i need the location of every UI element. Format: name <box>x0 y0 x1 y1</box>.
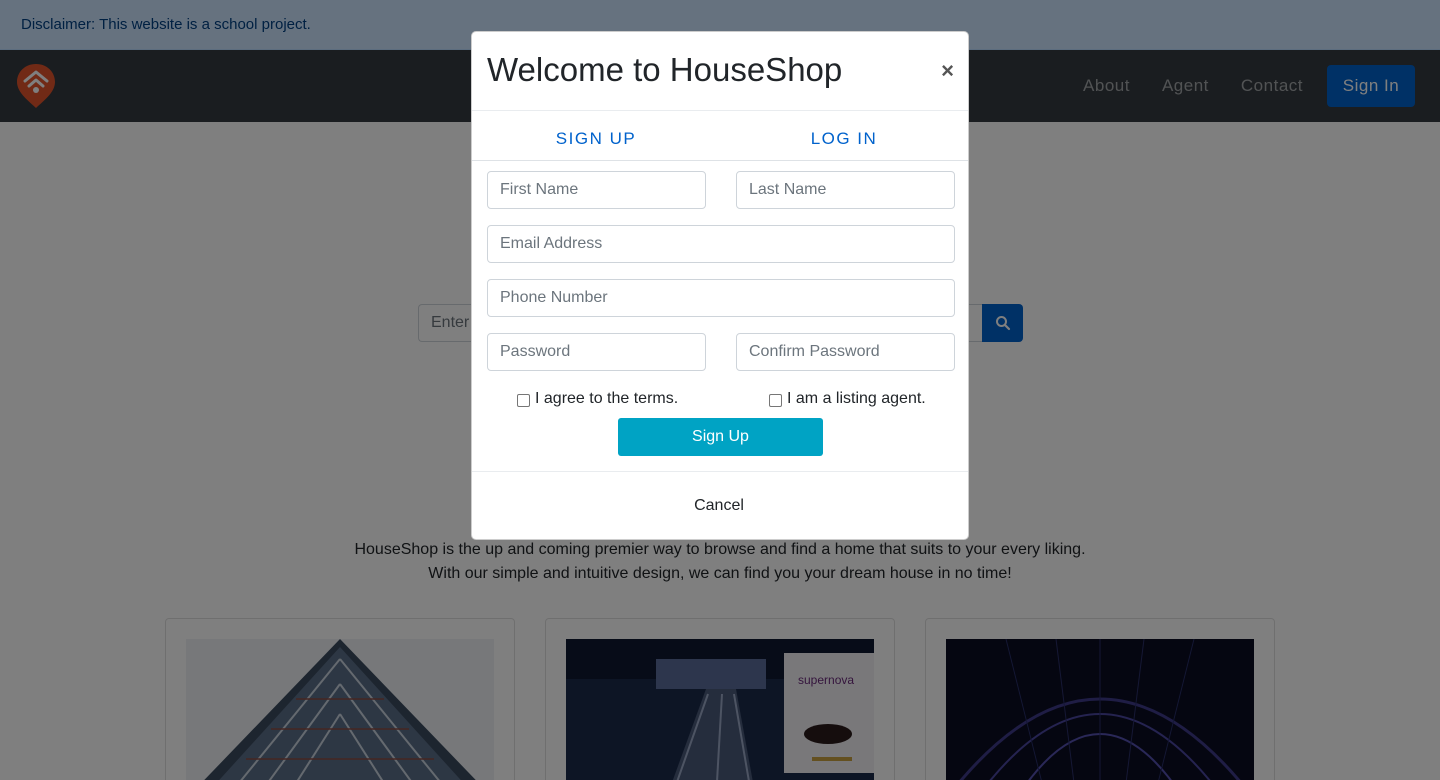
signup-modal: Welcome to HouseShop × SIGN UP LOG IN Fi… <box>471 31 969 540</box>
last-name-field[interactable]: Last Name <box>736 171 955 209</box>
cancel-button[interactable]: Cancel <box>472 472 966 540</box>
tab-sign-up[interactable]: SIGN UP <box>472 111 720 161</box>
tab-log-in[interactable]: LOG IN <box>720 111 968 161</box>
email-field[interactable]: Email Address <box>487 225 955 263</box>
phone-field[interactable]: Phone Number <box>487 279 955 317</box>
terms-check: I agree to the terms. <box>517 390 678 408</box>
modal-footer: Cancel <box>472 471 968 539</box>
modal-header: Welcome to HouseShop × <box>472 32 968 111</box>
modal-title: Welcome to HouseShop <box>487 51 843 88</box>
first-name-field[interactable]: First Name <box>487 171 706 209</box>
auth-tabs: SIGN UP LOG IN <box>472 111 968 161</box>
sign-up-button[interactable]: Sign Up <box>618 418 823 456</box>
agent-checkbox[interactable] <box>769 393 782 407</box>
password-field[interactable]: Password <box>487 333 706 371</box>
terms-checkbox[interactable] <box>517 393 530 407</box>
terms-label[interactable]: I agree to the terms. <box>535 390 678 408</box>
close-icon[interactable]: × <box>941 58 954 84</box>
agent-check: I am a listing agent. <box>769 390 926 408</box>
confirm-password-field[interactable]: Confirm Password <box>736 333 955 371</box>
agent-label[interactable]: I am a listing agent. <box>787 390 926 408</box>
